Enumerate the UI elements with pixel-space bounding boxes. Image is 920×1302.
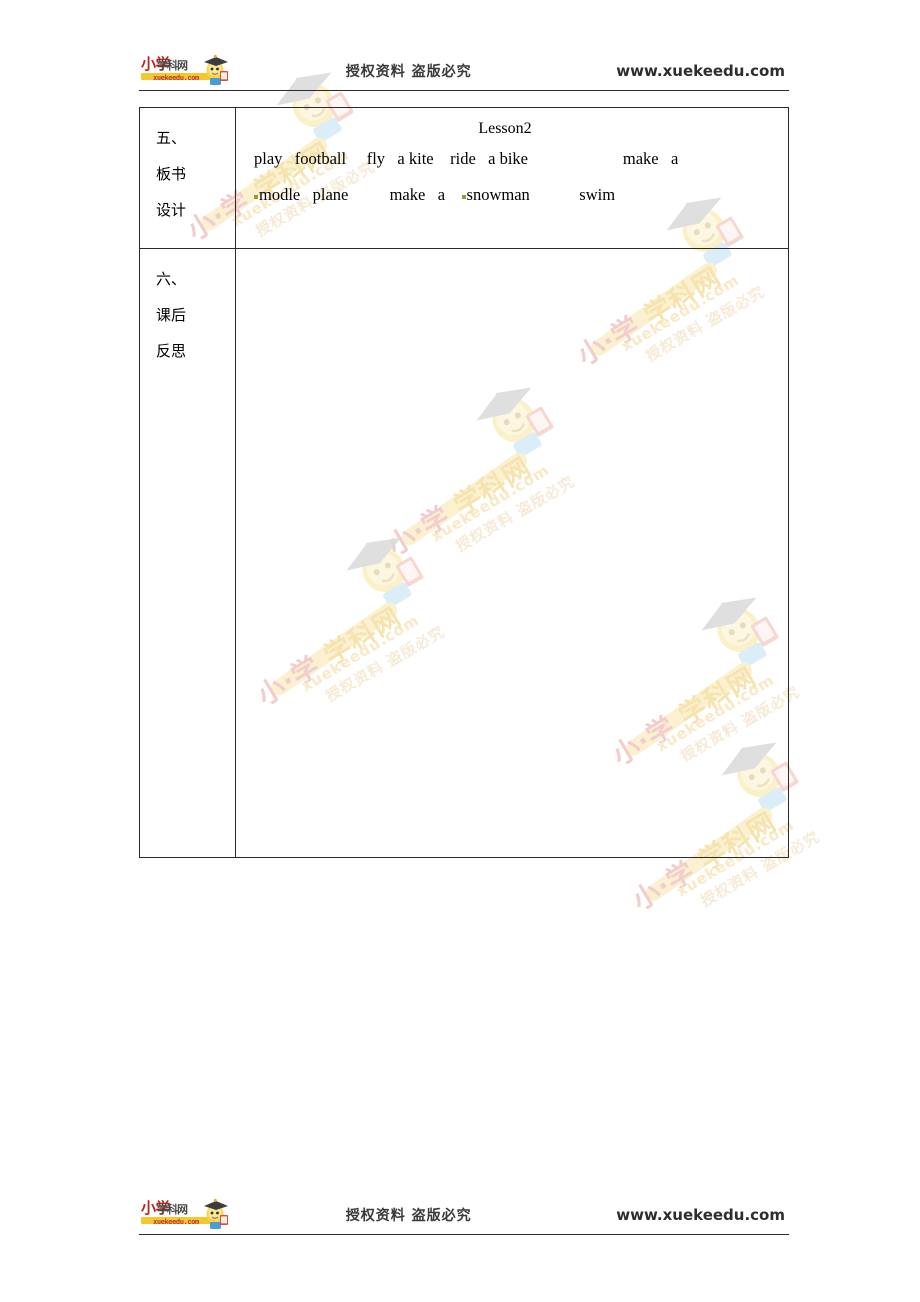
header-copyright-notice: 授权资料 盗版必究 <box>345 64 472 80</box>
graduate-kid-mascot-icon <box>204 1198 228 1229</box>
spellcheck-marker <box>461 195 466 199</box>
header-divider <box>139 90 789 91</box>
logo-url-text: xuekeedu.com <box>153 1218 199 1226</box>
footer-logo: 小学 学科网 xuekeedu.com <box>139 1198 231 1232</box>
page-header: 小学 学科网 xuekeedu.com 授权资料 盗版必究 www.xuekee… <box>139 52 789 90</box>
row-body-cell-board-design: Lesson2 play football fly a kite ride a … <box>235 107 789 249</box>
board-design-title: Lesson2 <box>478 120 532 137</box>
footer-divider <box>139 1234 789 1235</box>
board-design-line-1: play football fly a kite ride a bike mak… <box>254 149 679 168</box>
board-design-line-2: modle plane make a snowman swim <box>236 184 788 206</box>
header-website-url: www.xuekeedu.com <box>616 62 785 80</box>
row-label-text: 五、 板书 设计 <box>156 129 187 219</box>
logo-sub-text: 学科网 <box>157 1203 188 1216</box>
logo-url-text: xuekeedu.com <box>153 74 199 82</box>
header-logo: 小学 学科网 xuekeedu.com <box>139 54 231 88</box>
graduate-kid-mascot-icon <box>204 54 228 85</box>
row-label-text: 六、 课后 反思 <box>156 270 187 360</box>
table-row: 五、 板书 设计 Lesson2 play football fly a kit… <box>139 107 789 249</box>
spellcheck-marker <box>254 195 258 199</box>
row-label-cell-reflection: 六、 课后 反思 <box>139 248 236 858</box>
row-body-cell-reflection <box>235 248 789 858</box>
footer-copyright-notice: 授权资料 盗版必究 <box>345 1208 472 1224</box>
document-page: 小·学 学科网 xuekeedu.com 授权资料 盗版必究 小·学 学科网 xueke… <box>0 0 920 1302</box>
footer-website-url: www.xuekeedu.com <box>616 1206 785 1224</box>
page-footer: 小学 学科网 xuekeedu.com 授权资料 盗版必究 www.xuekee… <box>139 1196 789 1234</box>
lesson-plan-table: 五、 板书 设计 Lesson2 play football fly a kit… <box>139 107 789 858</box>
table-row: 六、 课后 反思 <box>139 248 789 858</box>
logo-sub-text: 学科网 <box>157 59 188 72</box>
row-label-cell-board-design: 五、 板书 设计 <box>139 107 236 249</box>
